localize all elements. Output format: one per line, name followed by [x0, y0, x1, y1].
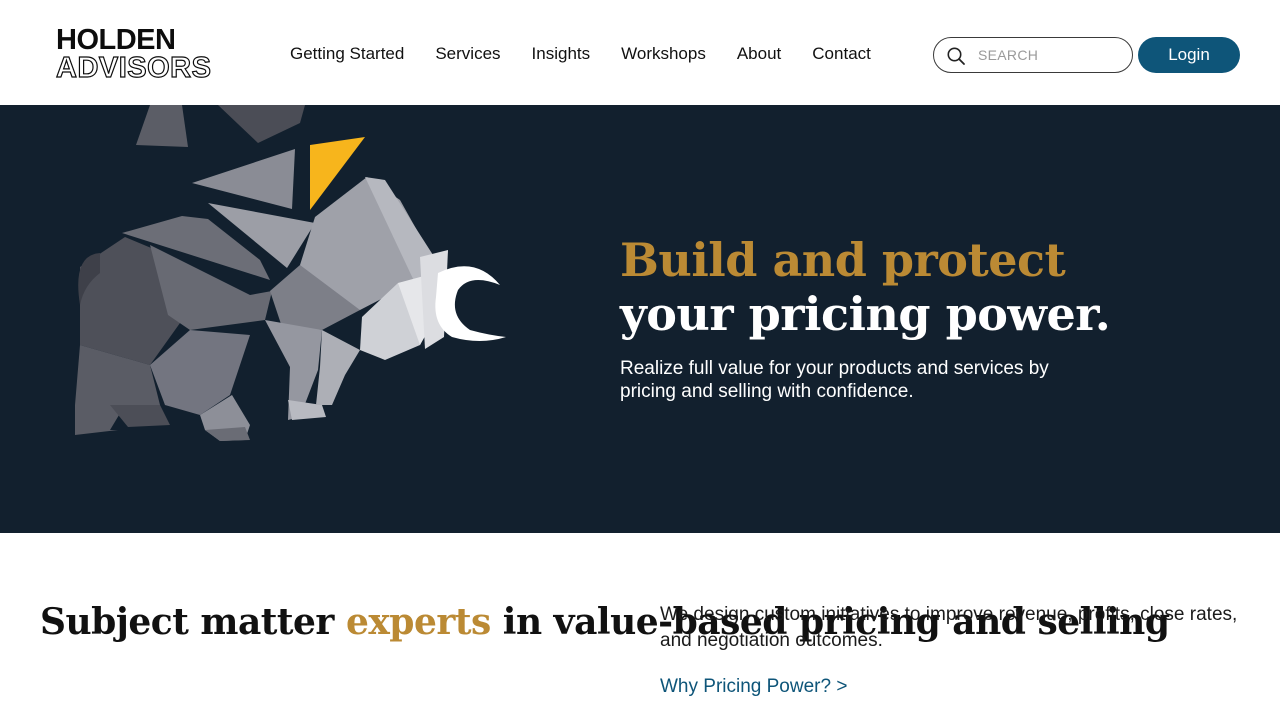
site-header: HOLDEN ADVISORS Getting Started Services… [0, 0, 1280, 105]
nav-services[interactable]: Services [435, 43, 500, 67]
intro-heading-accent: experts [345, 601, 491, 643]
hero-subtitle: Realize full value for your products and… [620, 358, 1049, 402]
search-icon[interactable] [946, 46, 966, 66]
hero-title: Build and protect your pricing power. [620, 233, 1111, 341]
hero-banner: Build and protect your pricing power. Re… [0, 105, 1280, 533]
main-nav: Getting Started Services Insights Worksh… [290, 43, 902, 67]
logo-line-2: ADVISORS [55, 52, 212, 84]
hero-title-line-1: Build and protect [620, 233, 1066, 287]
search-box[interactable] [933, 37, 1133, 73]
nav-workshops[interactable]: Workshops [621, 43, 706, 67]
intro-heading-start: Subject matter [40, 601, 346, 643]
login-button[interactable]: Login [1138, 37, 1240, 73]
intro-body-text: We design custom initiatives to improve … [660, 604, 1238, 651]
nav-getting-started[interactable]: Getting Started [290, 43, 404, 67]
nav-insights[interactable]: Insights [532, 43, 591, 67]
hero-title-line-2: your pricing power. [620, 287, 1111, 341]
geometric-bull-illustration [75, 105, 506, 441]
why-pricing-power-link[interactable]: Why Pricing Power? > [660, 675, 847, 699]
holden-advisors-logo[interactable]: HOLDEN ADVISORS [55, 24, 221, 86]
logo-line-1: HOLDEN [56, 24, 176, 56]
search-input[interactable] [978, 44, 1118, 66]
nav-about[interactable]: About [737, 43, 781, 67]
nav-contact[interactable]: Contact [812, 43, 871, 67]
